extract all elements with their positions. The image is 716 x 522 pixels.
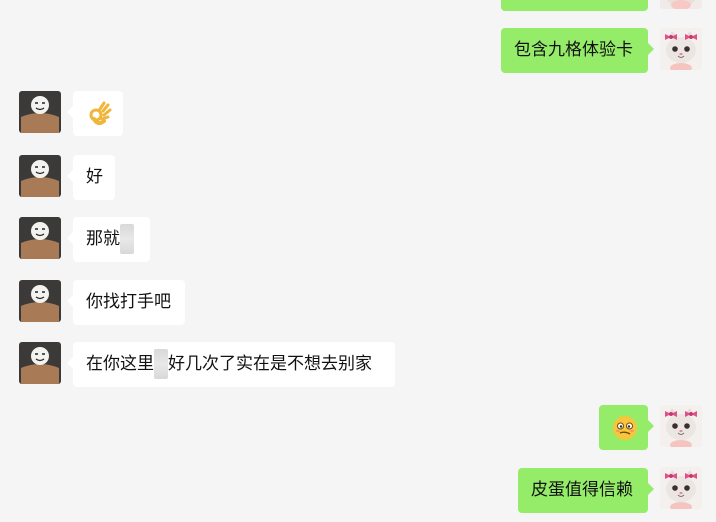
message-text: 包含九格体验卡 (514, 40, 633, 60)
message-bubble-outgoing[interactable]: 包含九格体验卡 (501, 28, 654, 73)
meme-face-icon (19, 155, 61, 197)
message-bubble-incoming[interactable]: 好 (67, 155, 115, 200)
contact-avatar[interactable] (19, 280, 61, 322)
message-text: 那就 (86, 229, 120, 249)
meme-face-icon (19, 280, 61, 322)
message-text: 皮蛋值得信赖 (531, 480, 633, 500)
redacted-blur (154, 349, 168, 379)
message-bubble-outgoing[interactable] (599, 405, 654, 450)
my-avatar[interactable] (660, 405, 702, 447)
contact-avatar[interactable] (19, 342, 61, 384)
cat-with-bow-icon (660, 0, 702, 9)
message-bubble-incoming[interactable] (67, 91, 123, 136)
meme-face-icon (19, 217, 61, 259)
message-text: 在你这里 (86, 354, 154, 374)
message-text: 好 (86, 167, 103, 187)
cat-with-bow-icon (660, 28, 702, 70)
dizzy-face-emoji-icon (612, 414, 638, 440)
contact-avatar[interactable] (19, 217, 61, 259)
contact-avatar[interactable] (19, 155, 61, 197)
cat-with-bow-icon (660, 405, 702, 447)
contact-avatar[interactable] (19, 91, 61, 133)
my-avatar[interactable] (660, 0, 702, 9)
meme-face-icon (19, 91, 61, 133)
message-bubble-outgoing[interactable] (501, 0, 648, 11)
ok-hand-emoji-icon (86, 100, 112, 126)
message-bubble-incoming[interactable]: 那就 (67, 217, 150, 262)
message-bubble-incoming[interactable]: 你找打手吧 (67, 280, 185, 325)
message-text: 好几次了实在是不想去别家 (168, 354, 372, 374)
message-text: 你找打手吧 (86, 292, 171, 312)
message-bubble-incoming[interactable]: 在你这里 好几次了实在是不想去别家 (67, 342, 395, 387)
my-avatar[interactable] (660, 467, 702, 509)
cat-with-bow-icon (660, 467, 702, 509)
meme-face-icon (19, 342, 61, 384)
redacted-blur (120, 224, 134, 254)
my-avatar[interactable] (660, 28, 702, 70)
message-bubble-outgoing[interactable]: 皮蛋值得信赖 (518, 468, 654, 513)
